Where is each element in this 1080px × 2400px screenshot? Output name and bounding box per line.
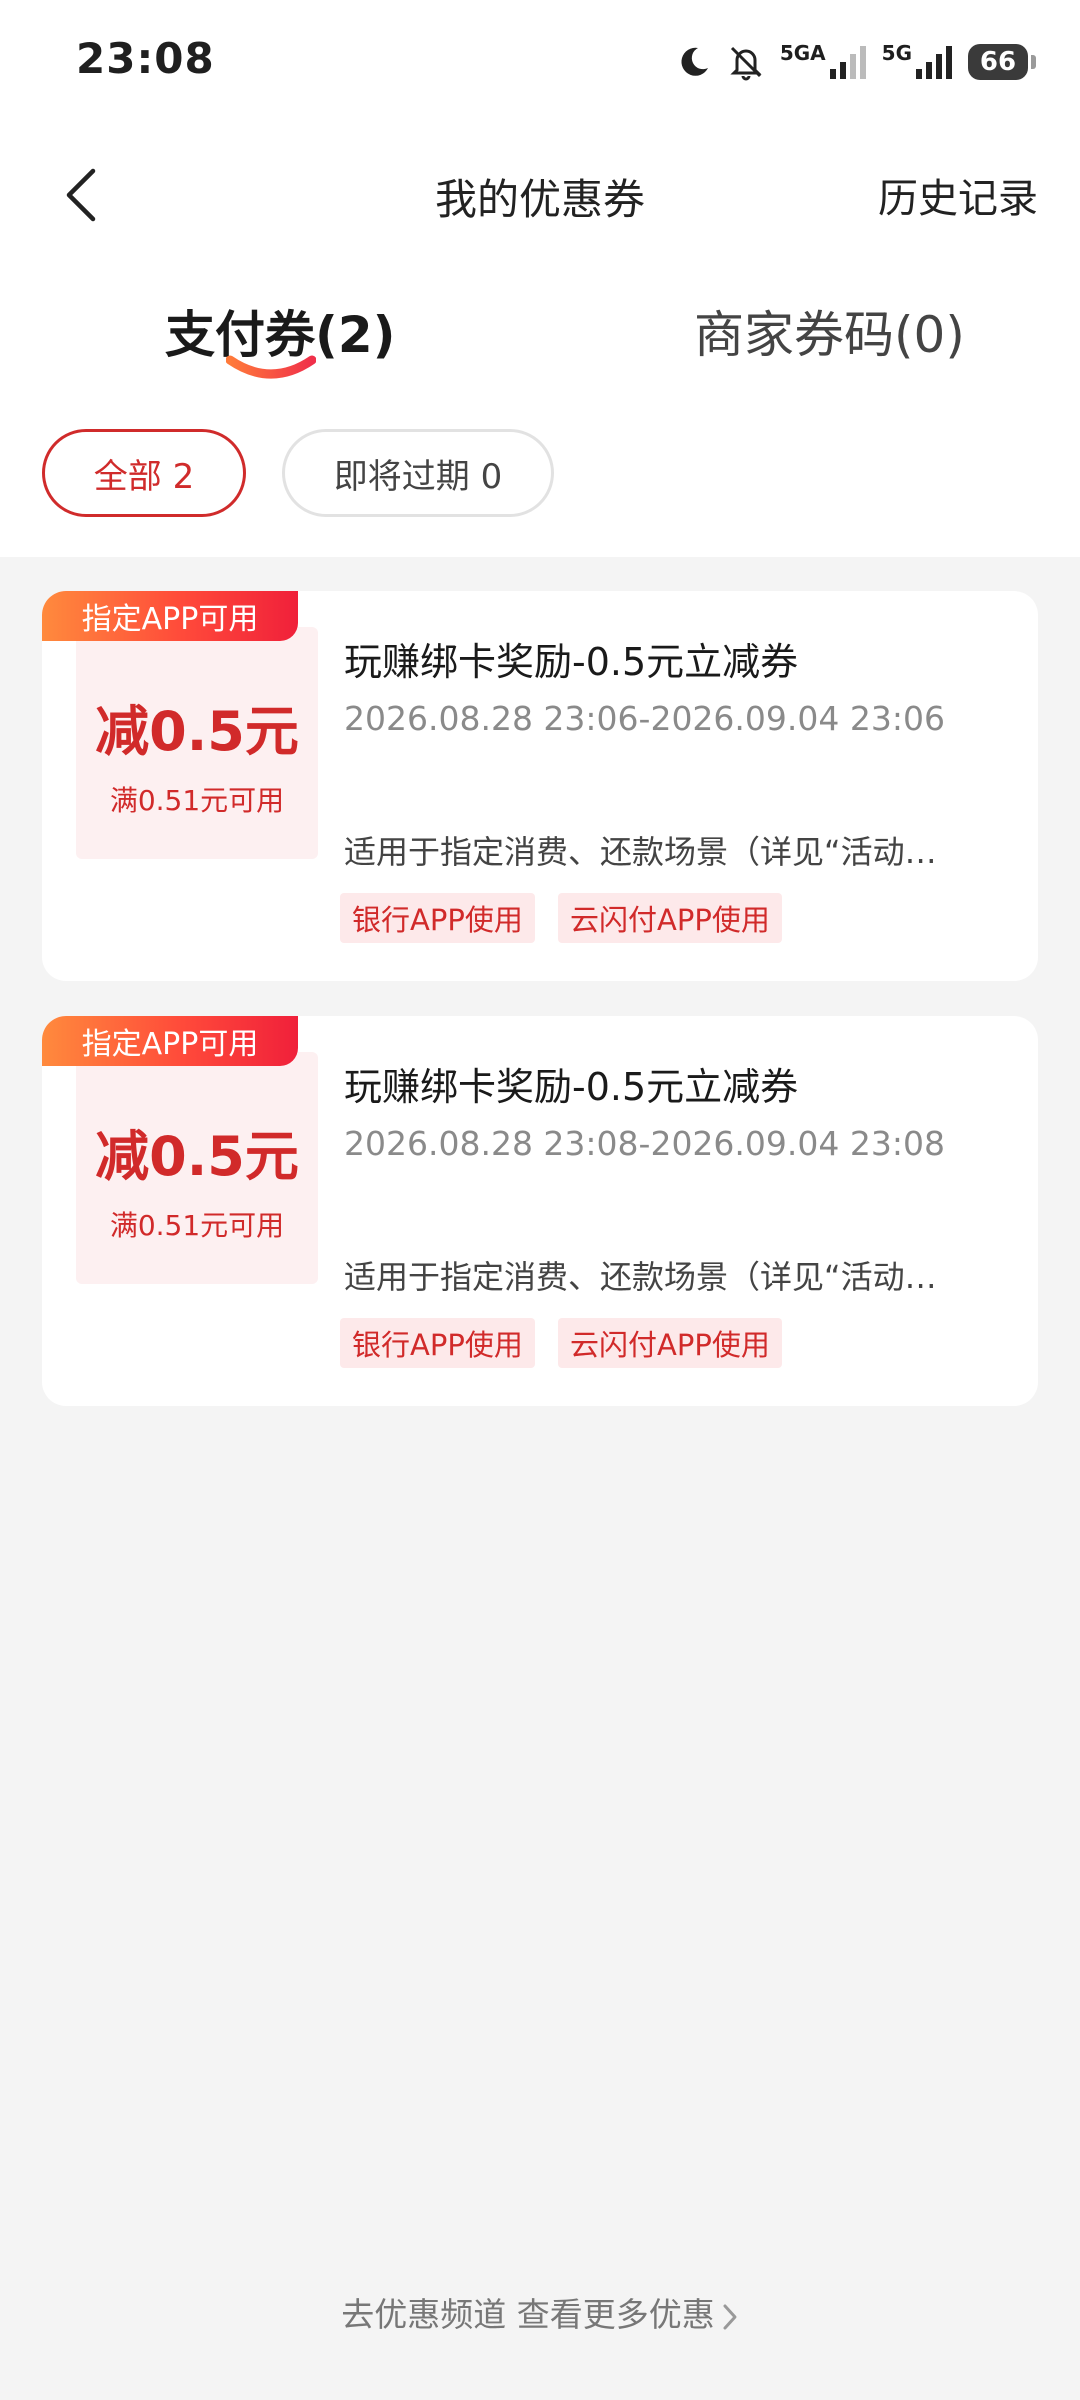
coupon-card[interactable]: 减0.5元 满0.51元可用 指定APP可用 玩赚绑卡奖励-0.5元立减券 20… bbox=[42, 591, 1038, 981]
filter-all[interactable]: 全部 2 bbox=[42, 429, 246, 517]
coupon-description: 适用于指定消费、还款场景（详见“活动… bbox=[344, 1258, 937, 1296]
battery-icon: 66 bbox=[968, 44, 1036, 80]
coupon-title: 玩赚绑卡奖励-0.5元立减券 bbox=[344, 1065, 799, 1109]
coupon-condition: 满0.51元可用 bbox=[109, 1209, 285, 1242]
coupon-tag: 云闪付APP使用 bbox=[558, 893, 782, 943]
coupon-amount-panel: 减0.5元 满0.51元可用 bbox=[76, 1052, 318, 1284]
mute-icon bbox=[730, 46, 762, 81]
tab-active-indicator bbox=[226, 355, 316, 379]
status-time: 23:08 bbox=[76, 34, 215, 83]
filter-expiring[interactable]: 即将过期 0 bbox=[282, 429, 554, 517]
tab-merchant-codes[interactable]: 商家券码(0) bbox=[694, 295, 965, 367]
back-arrow-icon bbox=[66, 168, 96, 222]
coupon-card[interactable]: 减0.5元 满0.51元可用 指定APP可用 玩赚绑卡奖励-0.5元立减券 20… bbox=[42, 1016, 1038, 1406]
coupon-amount: 减0.5元 bbox=[95, 1125, 299, 1188]
back-button[interactable] bbox=[50, 160, 110, 230]
signal-2: 5G bbox=[882, 41, 954, 79]
coupon-tag: 云闪付APP使用 bbox=[558, 1318, 782, 1368]
coupon-condition: 满0.51元可用 bbox=[109, 784, 285, 817]
coupon-tag: 银行APP使用 bbox=[340, 1318, 535, 1368]
coupon-validity: 2026.08.28 23:08-2026.09.04 23:08 bbox=[344, 1124, 945, 1163]
signal-icon bbox=[916, 46, 952, 79]
signal-icon bbox=[829, 46, 866, 79]
network-label-1: 5GA bbox=[779, 41, 826, 65]
top-section: 23:08 5GA 5G 66 我的优惠券 历史记录 支付券(2) 商家券码(0… bbox=[0, 0, 1080, 557]
coupon-validity: 2026.08.28 23:06-2026.09.04 23:06 bbox=[344, 699, 945, 738]
more-offers-link[interactable]: 去优惠频道 查看更多优惠 bbox=[0, 2288, 1080, 2336]
signal-1: 5GA bbox=[780, 41, 868, 79]
coupon-title: 玩赚绑卡奖励-0.5元立减券 bbox=[344, 640, 799, 684]
coupon-tag: 银行APP使用 bbox=[340, 893, 535, 943]
coupon-amount: 减0.5元 bbox=[95, 700, 299, 763]
moon-icon bbox=[681, 47, 708, 76]
coupon-description: 适用于指定消费、还款场景（详见“活动… bbox=[344, 833, 937, 871]
network-label-2: 5G bbox=[881, 41, 912, 65]
chevron-right-icon bbox=[723, 2304, 737, 2329]
status-icons: 5GA 5G 66 bbox=[676, 36, 1036, 88]
more-offers-label: 去优惠频道 查看更多优惠 bbox=[341, 2295, 715, 2334]
coupon-badge: 指定APP可用 bbox=[42, 1016, 298, 1066]
history-button[interactable]: 历史记录 bbox=[878, 166, 1038, 224]
coupon-amount-panel: 减0.5元 满0.51元可用 bbox=[76, 627, 318, 859]
coupon-badge: 指定APP可用 bbox=[42, 591, 298, 641]
